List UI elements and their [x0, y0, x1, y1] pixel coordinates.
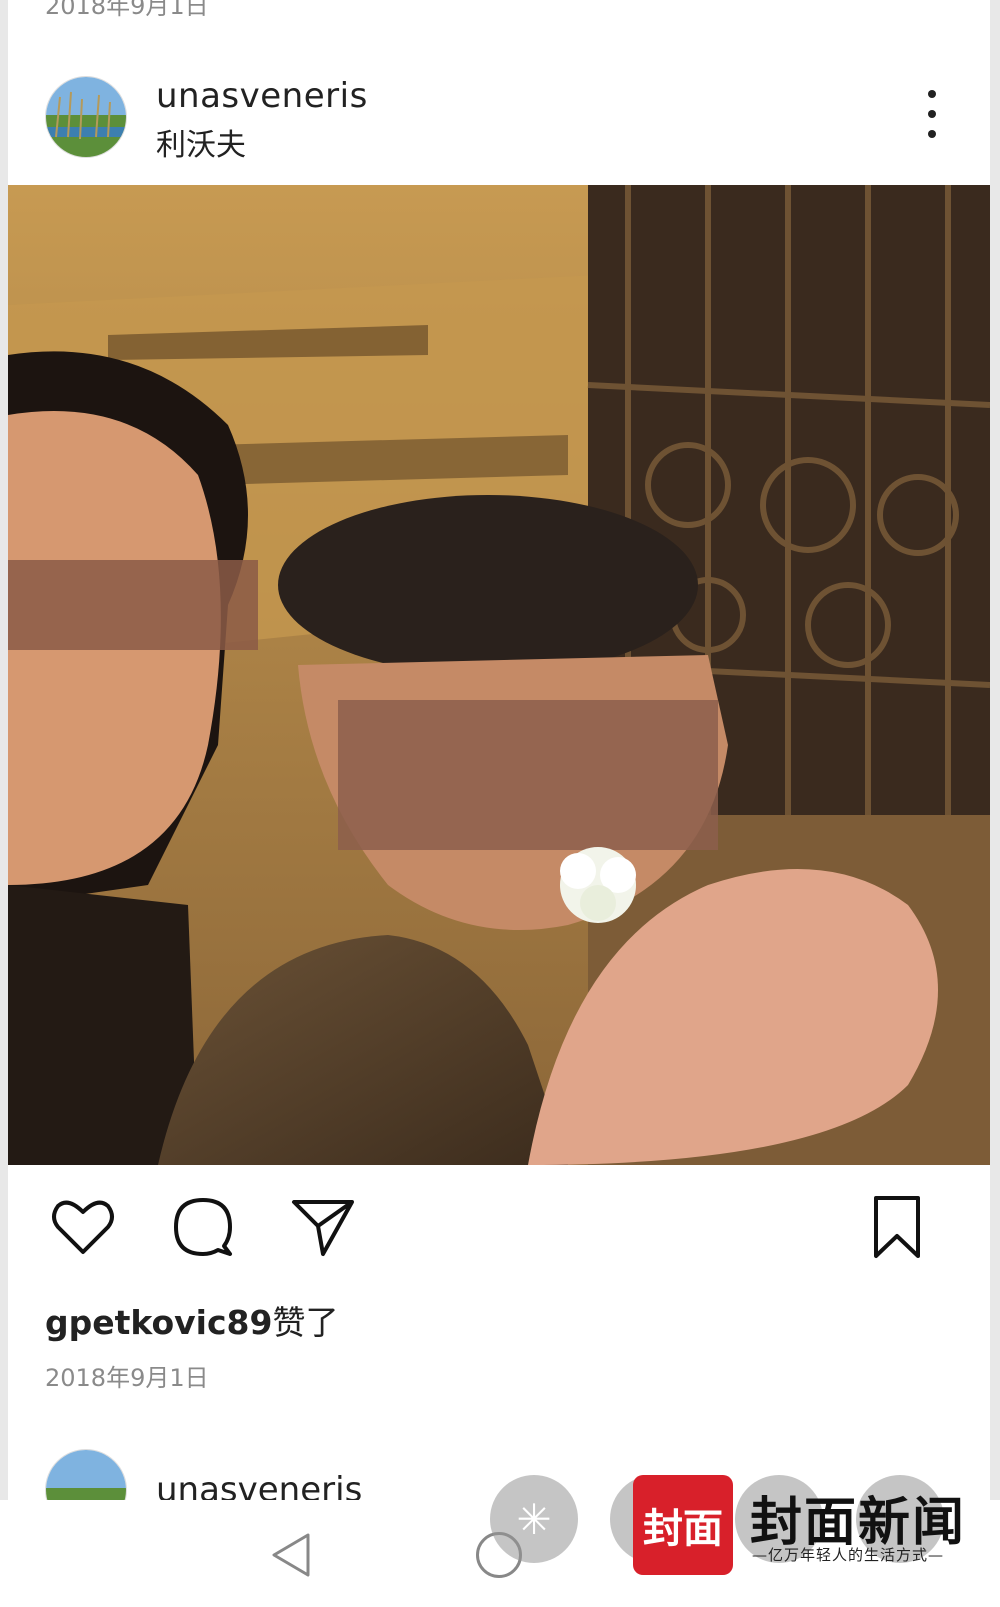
triangle-back-icon[interactable] [268, 1530, 314, 1580]
post-photo[interactable] [8, 185, 990, 1165]
more-options-icon[interactable] [912, 90, 952, 138]
liked-by-text[interactable]: gpetkovic89赞了 [45, 1296, 338, 1344]
post-header: unasveneris 利沃夫 [0, 70, 1000, 170]
screen-edge-left [0, 0, 8, 1607]
floating-assist-bubble[interactable]: ✳ [490, 1475, 578, 1563]
previous-post-date: 2018年9月1日 [45, 0, 209, 20]
post-date: 2018年9月1日 [45, 1364, 209, 1392]
liked-suffix: 赞了 [272, 1303, 339, 1342]
more-dot [928, 130, 936, 138]
send-paper-plane-icon[interactable] [288, 1192, 358, 1262]
bookmark-icon[interactable] [862, 1192, 932, 1262]
post-username[interactable]: unasveneris [156, 76, 368, 116]
comment-bubble-icon[interactable] [168, 1192, 238, 1262]
liked-by-username[interactable]: gpetkovic89 [45, 1303, 272, 1342]
user-avatar[interactable] [45, 76, 127, 158]
post-action-bar [0, 1192, 1000, 1262]
heart-icon[interactable] [48, 1192, 118, 1262]
sparkle-icon: ✳ [516, 1494, 552, 1544]
watermark-slogan: —亿万年轻人的生活方式— [752, 1546, 945, 1564]
app-screen: 2018年9月1日 unasveneris 利沃夫 gpetkovic89赞了 … [0, 0, 1000, 1607]
watermark-logo: 封面 [633, 1475, 733, 1575]
screen-edge-right [990, 0, 1000, 1607]
more-dot [928, 110, 936, 118]
more-dot [928, 90, 936, 98]
post-location[interactable]: 利沃夫 [156, 120, 246, 164]
